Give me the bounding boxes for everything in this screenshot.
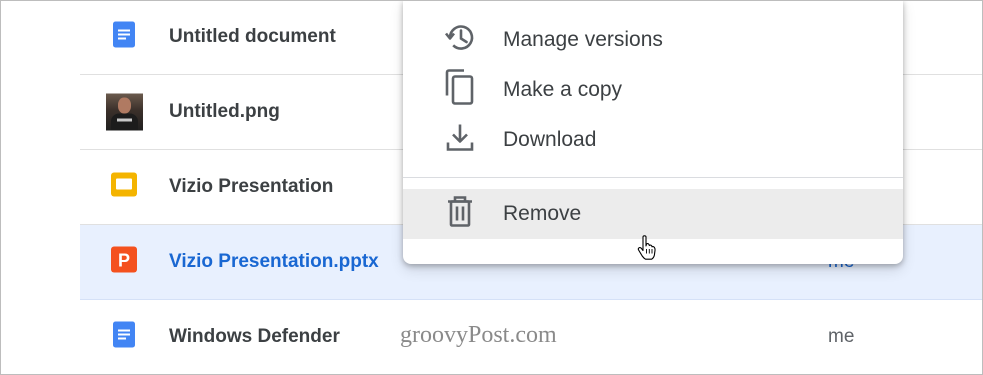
hand-cursor-icon [637,235,657,266]
menu-item-remove[interactable]: Remove [403,189,903,239]
download-icon [443,121,477,160]
menu-item-label: Download [503,128,597,151]
file-owner: me [828,326,855,347]
menu-item-label: Remove [503,202,582,225]
google-slides-icon [110,171,138,204]
menu-divider [403,177,903,178]
svg-text:P: P [118,251,130,271]
file-name: Untitled document [169,26,336,47]
menu-item-label: Make a copy [503,78,623,101]
powerpoint-icon: P [110,246,138,279]
file-name: Windows Defender [169,326,340,347]
image-thumbnail [106,93,143,131]
history-icon [443,21,477,60]
file-name: Untitled.png [169,101,280,122]
menu-item-manage-versions[interactable]: Manage versions [403,15,903,65]
trash-icon [443,195,477,234]
copy-icon [443,69,477,112]
google-docs-icon [110,321,138,354]
watermark: groovyPost.com [400,322,557,348]
context-menu: Manage versions Make a copy Download Rem… [403,0,903,264]
menu-item-label: Manage versions [503,28,663,51]
file-name: Vizio Presentation [169,176,334,197]
google-docs-icon [110,21,138,54]
menu-item-download[interactable]: Download [403,115,903,165]
menu-item-make-a-copy[interactable]: Make a copy [403,65,903,115]
file-name: Vizio Presentation.pptx [169,251,379,272]
